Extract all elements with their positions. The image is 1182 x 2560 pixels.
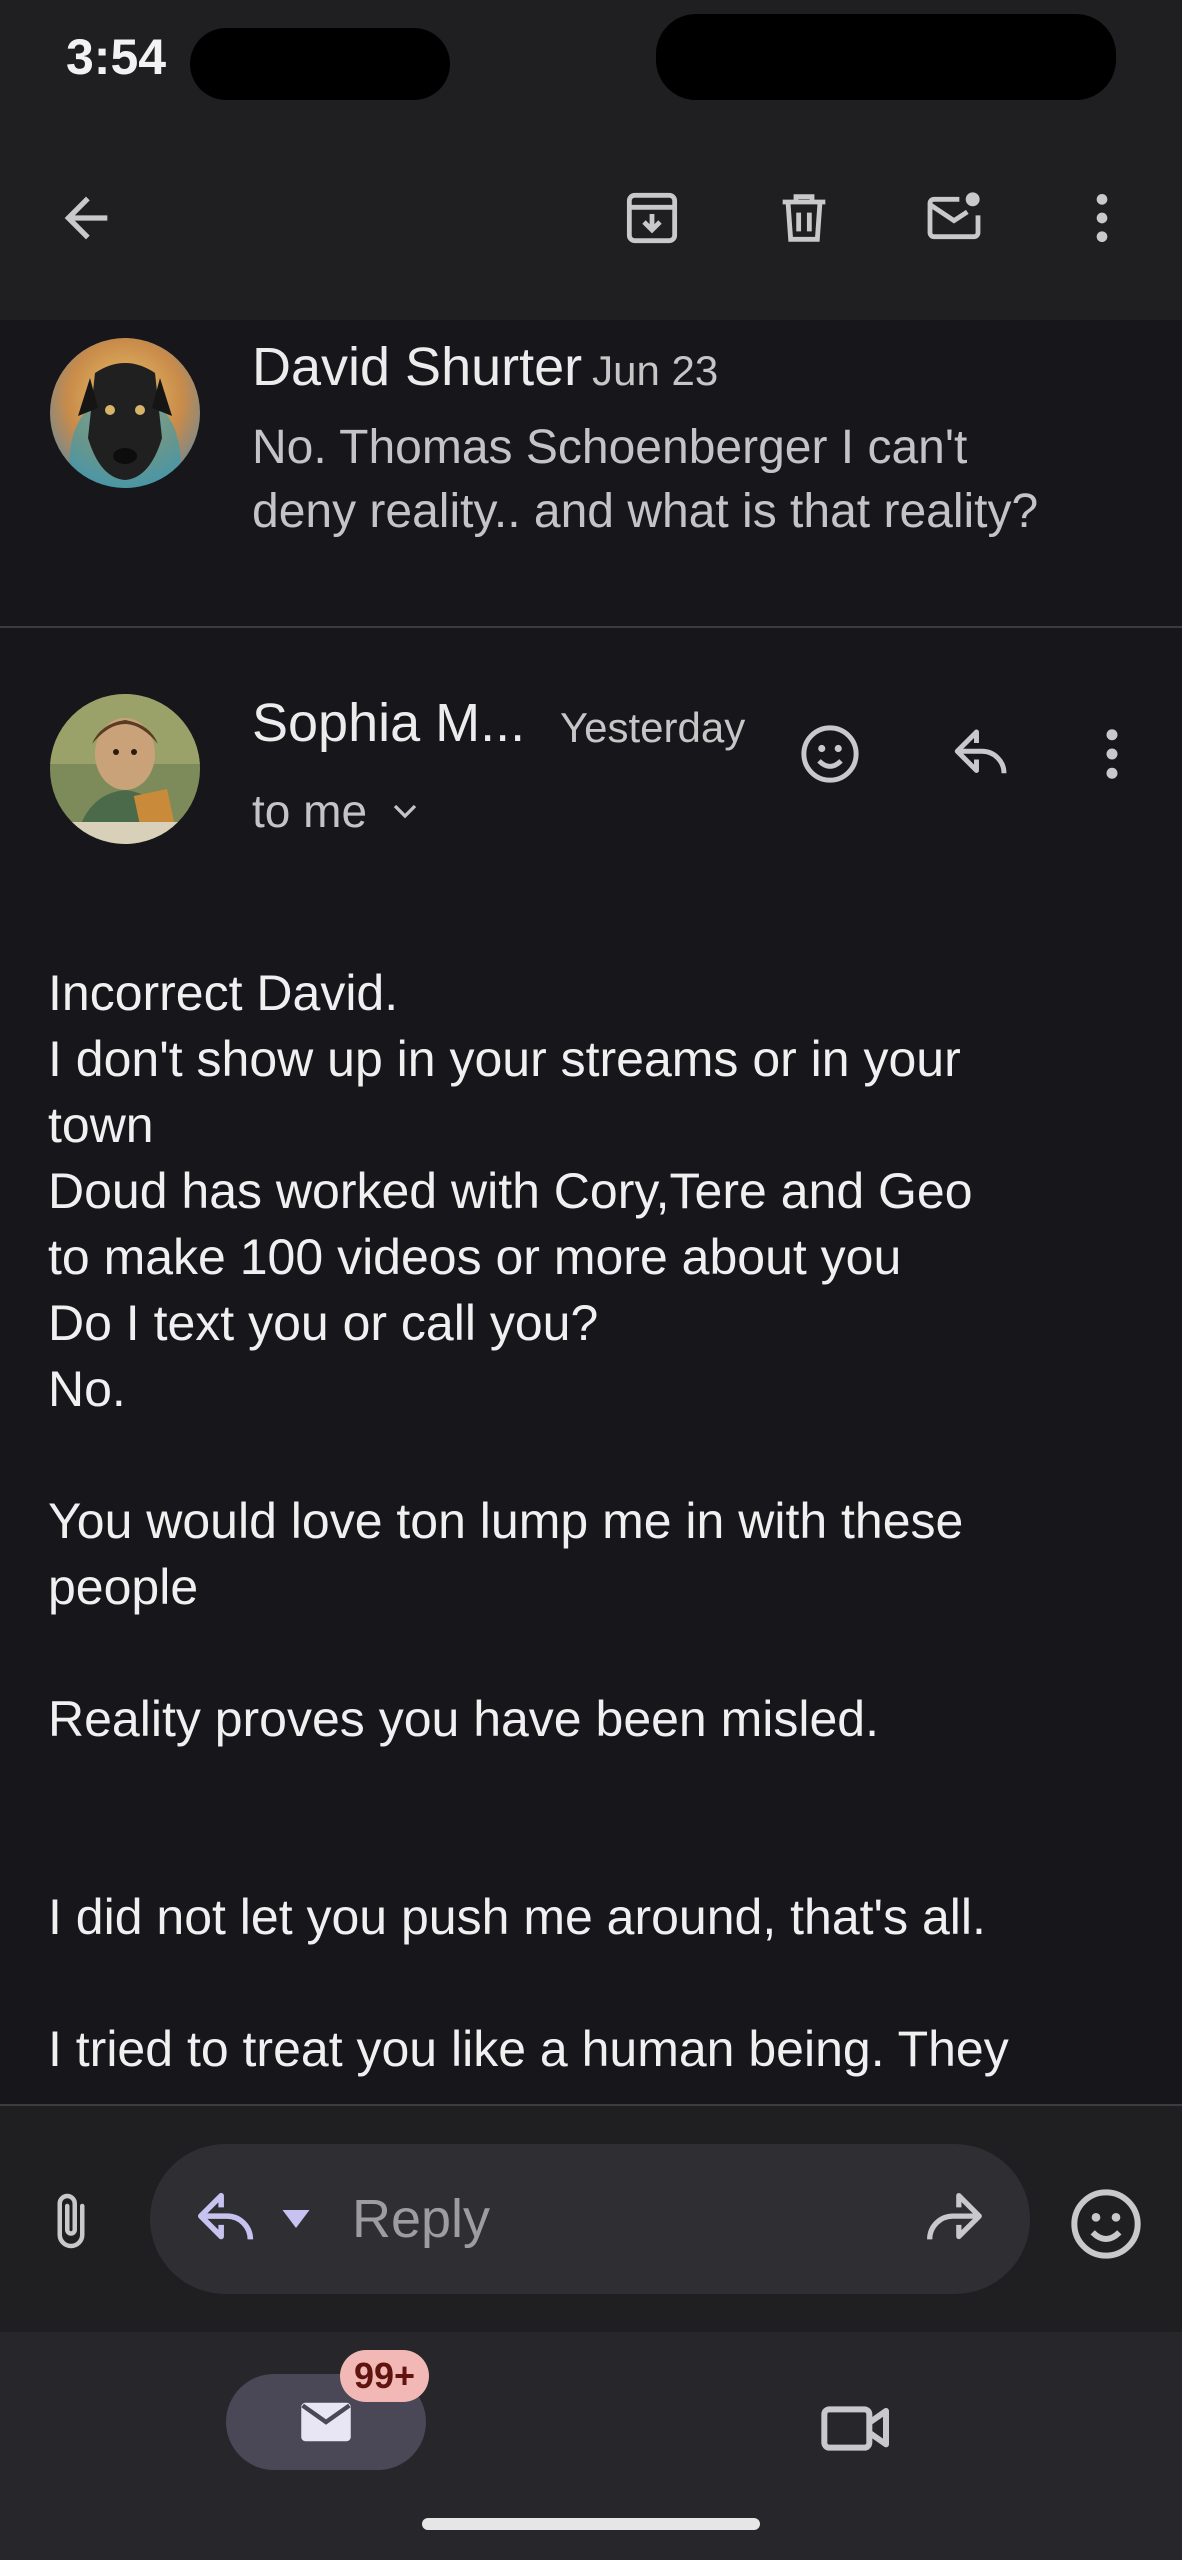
- dog-avatar-icon: [50, 338, 200, 488]
- status-bar: 3:54: [0, 0, 1182, 120]
- reply-placeholder: Reply: [352, 2189, 491, 2249]
- avatar[interactable]: [50, 694, 200, 844]
- attach-button[interactable]: [36, 2186, 106, 2256]
- body-line: Incorrect David.: [48, 965, 399, 1021]
- body-line: town: [48, 1097, 154, 1153]
- message-more-button[interactable]: [1072, 714, 1152, 794]
- home-indicator[interactable]: [422, 2518, 760, 2530]
- recipient-details-toggle[interactable]: to me: [252, 784, 425, 838]
- snippet-line: deny reality.. and what is that reality?: [252, 485, 1039, 538]
- body-line: Do I text you or call you?: [48, 1295, 599, 1351]
- message-date: Jun 23: [592, 347, 719, 394]
- body-line: Doud has worked with Cory,Tere and Geo: [48, 1163, 973, 1219]
- body-line: people: [48, 1559, 199, 1615]
- reply-icon: [197, 2192, 254, 2240]
- reply-button[interactable]: [942, 714, 1022, 794]
- body-line: I don't show up in your streams or in yo…: [48, 1031, 961, 1087]
- body-line: to make 100 videos or more about you: [48, 1229, 902, 1285]
- body-line: You would love ton lump me in with these: [48, 1493, 964, 1549]
- more-vert-icon: [1096, 194, 1108, 242]
- reply-field[interactable]: Reply: [150, 2144, 1030, 2294]
- forward-icon[interactable]: [918, 2184, 988, 2254]
- trash-icon: [782, 194, 826, 242]
- top-toolbar: [0, 120, 1182, 320]
- body-line: [48, 1752, 1148, 1818]
- delete-button[interactable]: [764, 178, 844, 258]
- nav-meet-tab[interactable]: [816, 2386, 896, 2466]
- back-button[interactable]: [46, 178, 126, 258]
- body-line: Reality proves you have been misled.: [48, 1691, 880, 1747]
- smiley-icon: [801, 725, 859, 783]
- avatar: [50, 338, 200, 488]
- conversation-view: David Shurter Jun 23 No. Thomas Schoenber…: [0, 320, 1182, 2104]
- mail-icon: [301, 2402, 351, 2442]
- body-line: [48, 1422, 1148, 1488]
- mark-unread-icon: [927, 192, 981, 240]
- bottom-navigation: 99+: [0, 2332, 1182, 2560]
- more-options-button[interactable]: [1062, 178, 1142, 258]
- more-vert-icon: [1106, 729, 1118, 779]
- sender-name: Sophia M...: [252, 693, 526, 753]
- message-divider: [0, 626, 1182, 628]
- message-snippet: No. Thomas Schoenberger I can't deny rea…: [252, 416, 1152, 544]
- body-line: I tried to treat you like a human being.…: [48, 2021, 1009, 2077]
- smiley-icon[interactable]: [1066, 2184, 1146, 2264]
- mark-unread-button[interactable]: [914, 178, 994, 258]
- message-date: Yesterday: [560, 704, 746, 751]
- body-line: I did not let you push me around, that's…: [48, 1889, 986, 1945]
- unread-badge: 99+: [340, 2350, 430, 2402]
- snippet-line: No. Thomas Schoenberger I can't: [252, 421, 968, 474]
- body-line: [48, 1950, 1148, 2016]
- status-time: 3:54: [66, 29, 167, 85]
- paperclip-icon: [57, 2193, 85, 2249]
- redacted-status-right: [656, 14, 1116, 100]
- caret-down-icon[interactable]: [278, 2204, 314, 2234]
- redacted-status-left: [190, 28, 450, 100]
- portrait-avatar-icon: [50, 694, 200, 844]
- reply-bar: Reply: [0, 2106, 1182, 2332]
- archive-icon: [626, 192, 678, 244]
- archive-button[interactable]: [612, 178, 692, 258]
- arrow-left-icon: [64, 196, 108, 240]
- sender-name-text: David Shurter: [252, 337, 583, 397]
- chevron-down-icon: [393, 804, 417, 819]
- sender-name: David Shurter Jun 23: [252, 336, 718, 398]
- message-body: Incorrect David. I don't show up in your…: [48, 960, 1148, 2082]
- body-line: [48, 1818, 1148, 1884]
- reply-icon: [954, 729, 1007, 774]
- body-line: No.: [48, 1361, 126, 1417]
- react-emoji-button[interactable]: [790, 714, 870, 794]
- recipient-label: to me: [252, 785, 368, 837]
- body-line: [48, 1620, 1148, 1686]
